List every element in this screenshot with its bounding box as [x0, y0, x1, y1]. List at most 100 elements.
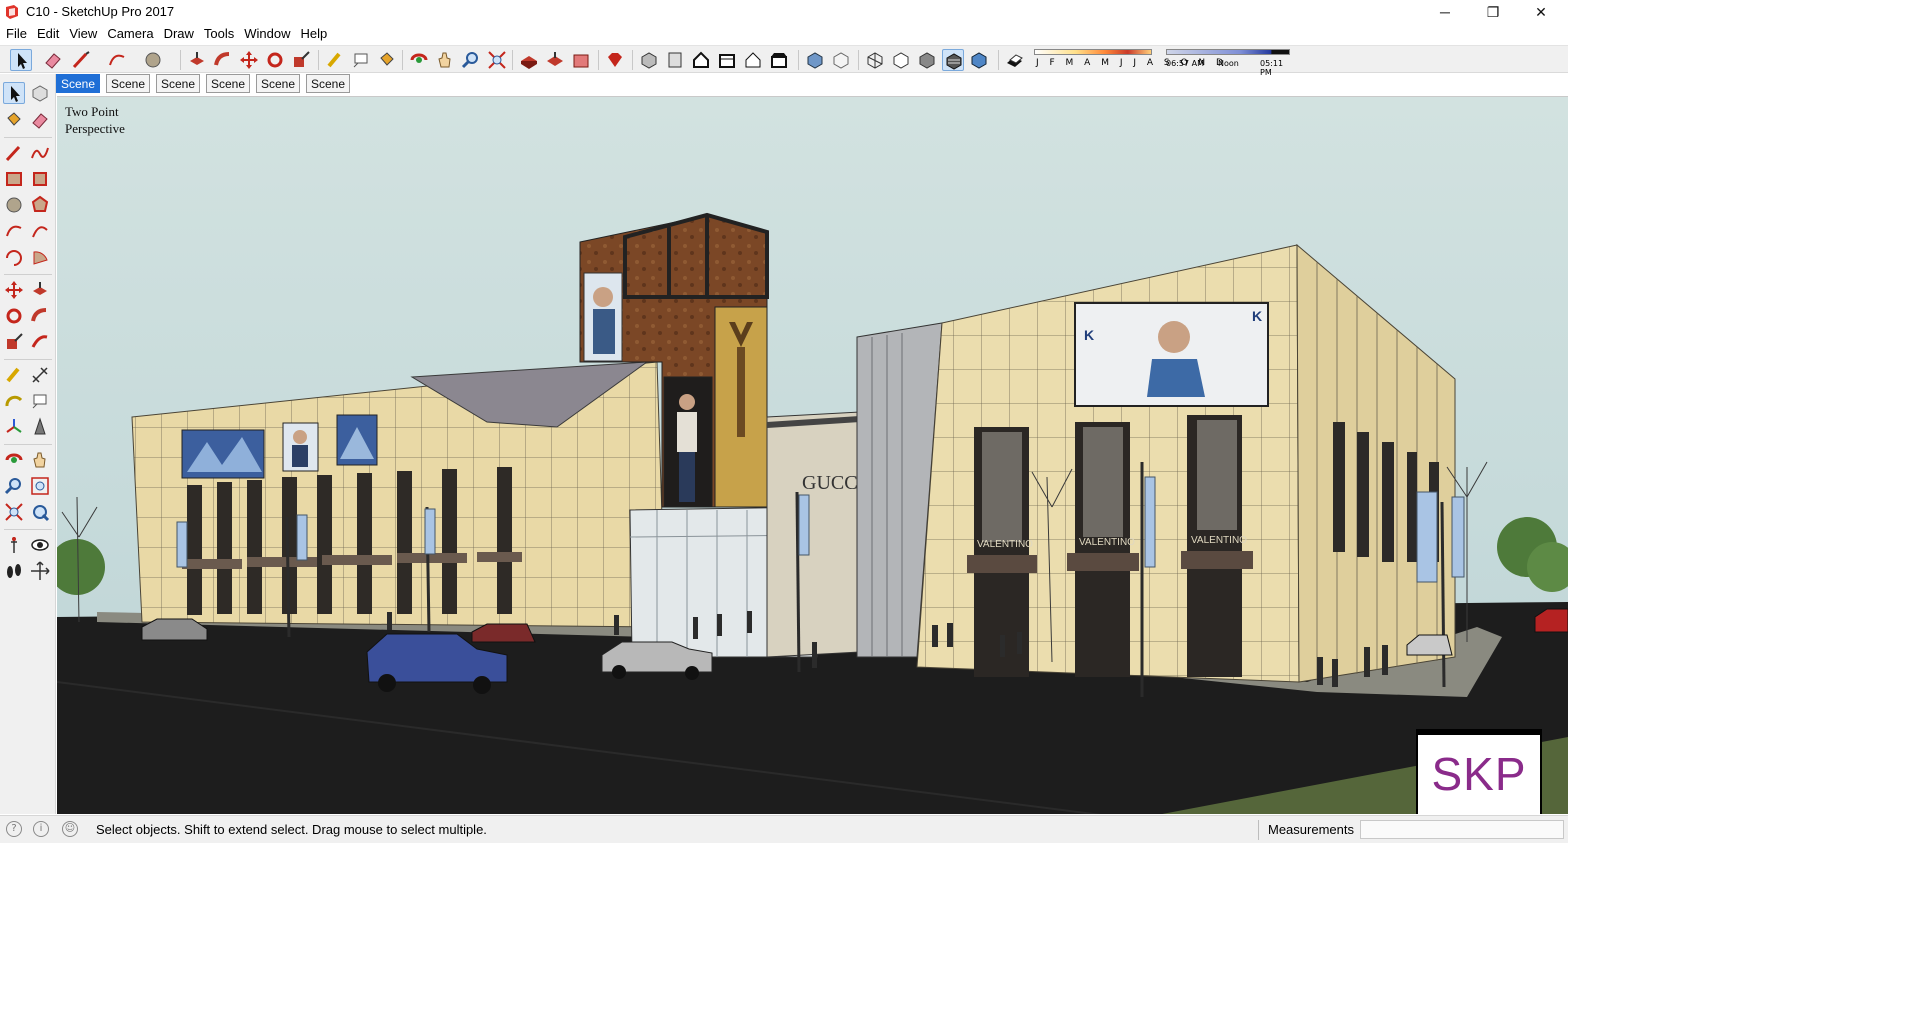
- text-icon[interactable]: [29, 390, 51, 412]
- menu-bar: File Edit View Camera Draw Tools Window Help: [0, 24, 1568, 44]
- close-button[interactable]: ✕: [1518, 0, 1564, 24]
- push-pull-icon[interactable]: [29, 279, 51, 301]
- text-icon[interactable]: [350, 49, 372, 71]
- scale-icon[interactable]: [3, 331, 25, 353]
- offset-icon[interactable]: [29, 331, 51, 353]
- zoom-extents-icon[interactable]: [3, 501, 25, 523]
- rotate-icon[interactable]: [264, 49, 286, 71]
- rotated-rectangle-icon[interactable]: [29, 168, 51, 190]
- shaded-icon[interactable]: [916, 49, 938, 71]
- pan-icon[interactable]: [29, 449, 51, 471]
- iso-view-icon[interactable]: [638, 49, 660, 71]
- section-plane-icon[interactable]: [29, 560, 51, 582]
- paint-bucket-icon[interactable]: [3, 109, 25, 131]
- shadows-icon[interactable]: [1004, 49, 1026, 71]
- tab-scene-1[interactable]: Scene 1: [56, 74, 101, 110]
- look-around-icon[interactable]: [29, 534, 51, 556]
- shadow-settings: J F M A M J J A S O N D 06:57 AM Noon 05…: [1034, 49, 1292, 77]
- title-bar: C10 - SketchUp Pro 2017 ─ ❐ ✕: [0, 0, 1568, 24]
- zoom-icon[interactable]: [3, 475, 25, 497]
- credits-icon[interactable]: i: [33, 821, 49, 837]
- back-edges-icon[interactable]: [830, 49, 852, 71]
- move-icon[interactable]: [3, 279, 25, 301]
- eraser-icon[interactable]: [29, 109, 51, 131]
- 3d-text-icon[interactable]: [29, 416, 51, 438]
- menu-camera[interactable]: Camera: [103, 24, 157, 43]
- drawing-viewport[interactable]: GUCC VALENTINO VALENTINO VALENTINO K K T…: [57, 96, 1568, 814]
- monochrome-icon[interactable]: [968, 49, 990, 71]
- shaded-textures-icon[interactable]: [942, 49, 964, 71]
- geo-location-icon[interactable]: ?: [6, 821, 22, 837]
- ruby-icon[interactable]: [604, 49, 626, 71]
- left-view-icon[interactable]: [768, 49, 790, 71]
- date-slider[interactable]: [1034, 49, 1152, 55]
- line-icon[interactable]: [70, 49, 92, 71]
- circle-icon[interactable]: [3, 194, 25, 216]
- menu-window[interactable]: Window: [240, 24, 294, 43]
- zoom-icon[interactable]: [460, 49, 482, 71]
- three-point-arc-icon[interactable]: [3, 246, 25, 268]
- minimize-button[interactable]: ─: [1422, 0, 1468, 24]
- rotate-icon[interactable]: [3, 305, 25, 327]
- valentino-sign-2: VALENTINO: [1079, 537, 1135, 548]
- polygon-icon[interactable]: [29, 194, 51, 216]
- circle-icon[interactable]: [142, 49, 164, 71]
- front-view-icon[interactable]: [690, 49, 712, 71]
- move-icon[interactable]: [238, 49, 260, 71]
- arc-icon[interactable]: [106, 49, 128, 71]
- time-slider[interactable]: [1166, 49, 1290, 55]
- freehand-icon[interactable]: [29, 142, 51, 164]
- orbit-icon[interactable]: [3, 449, 25, 471]
- xray-icon[interactable]: [804, 49, 826, 71]
- top-view-icon[interactable]: [664, 49, 686, 71]
- axes-icon[interactable]: [3, 416, 25, 438]
- back-view-icon[interactable]: [742, 49, 764, 71]
- tab-scene-4[interactable]: Scene 4: [206, 74, 251, 110]
- share-model-icon[interactable]: [544, 49, 566, 71]
- dimension-icon[interactable]: [29, 364, 51, 386]
- select-icon[interactable]: [10, 49, 32, 71]
- follow-me-icon[interactable]: [29, 305, 51, 327]
- menu-file[interactable]: File: [2, 24, 31, 43]
- menu-view[interactable]: View: [65, 24, 101, 43]
- arc-icon[interactable]: [3, 220, 25, 242]
- restore-button[interactable]: ❐: [1470, 0, 1516, 24]
- protractor-icon[interactable]: [3, 390, 25, 412]
- line-icon[interactable]: [3, 142, 25, 164]
- warehouse-icon[interactable]: [518, 49, 540, 71]
- status-bar: ? i ☺ Select objects. Shift to extend se…: [0, 815, 1568, 843]
- hidden-line-icon[interactable]: [890, 49, 912, 71]
- menu-draw[interactable]: Draw: [160, 24, 198, 43]
- pan-icon[interactable]: [434, 49, 456, 71]
- tape-measure-icon[interactable]: [324, 49, 346, 71]
- right-view-icon[interactable]: [716, 49, 738, 71]
- previous-view-icon[interactable]: [29, 501, 51, 523]
- position-camera-icon[interactable]: [3, 534, 25, 556]
- menu-tools[interactable]: Tools: [200, 24, 238, 43]
- menu-edit[interactable]: Edit: [33, 24, 63, 43]
- zoom-window-icon[interactable]: [29, 475, 51, 497]
- menu-help[interactable]: Help: [297, 24, 332, 43]
- walk-icon[interactable]: [3, 560, 25, 582]
- extension-warehouse-icon[interactable]: [570, 49, 592, 71]
- follow-me-icon[interactable]: [212, 49, 234, 71]
- zoom-extents-icon[interactable]: [486, 49, 508, 71]
- make-component-icon[interactable]: [29, 82, 51, 104]
- push-pull-icon[interactable]: [186, 49, 208, 71]
- orbit-icon[interactable]: [408, 49, 430, 71]
- eraser-icon[interactable]: [42, 49, 64, 71]
- tab-scene-2[interactable]: Scene 2: [106, 74, 151, 110]
- wireframe-icon[interactable]: [864, 49, 886, 71]
- rectangle-icon[interactable]: [3, 168, 25, 190]
- measurements-input[interactable]: [1360, 820, 1564, 839]
- tape-measure-icon[interactable]: [3, 364, 25, 386]
- tab-scene-5[interactable]: Scene 5: [256, 74, 301, 110]
- tab-scene-3[interactable]: Scene 3: [156, 74, 201, 110]
- two-point-arc-icon[interactable]: [29, 220, 51, 242]
- paint-bucket-icon[interactable]: [376, 49, 398, 71]
- user-account-icon[interactable]: ☺: [62, 821, 78, 837]
- scale-icon[interactable]: [290, 49, 312, 71]
- pie-icon[interactable]: [29, 246, 51, 268]
- tab-scene-6[interactable]: Scene 6: [306, 74, 351, 110]
- select-icon[interactable]: [3, 82, 25, 104]
